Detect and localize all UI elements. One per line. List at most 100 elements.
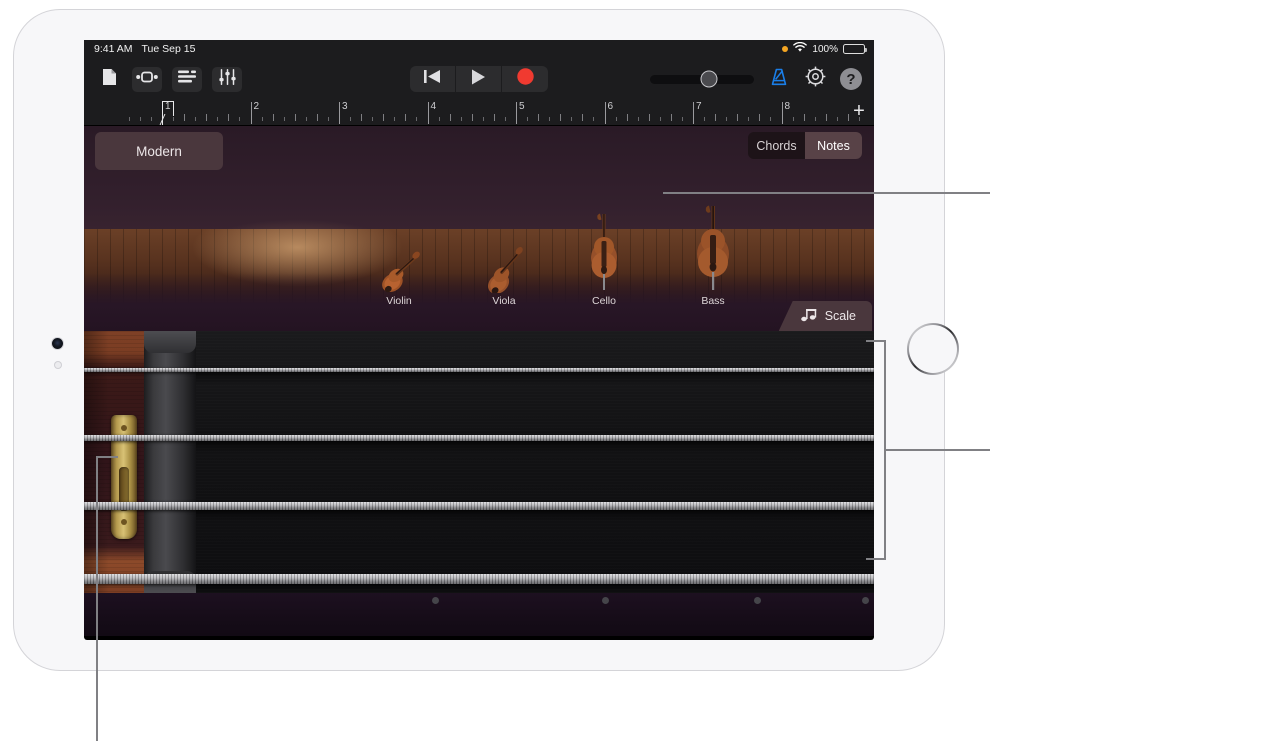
question-mark-icon: ? bbox=[846, 70, 856, 88]
instrument-label: Viola bbox=[492, 295, 516, 307]
callout-line-instrument-selector bbox=[663, 192, 990, 194]
callout-line-tailpiece-vertical bbox=[96, 456, 98, 741]
ruler-sub-tick bbox=[792, 117, 794, 121]
ruler-sub-tick bbox=[471, 114, 473, 121]
string-4[interactable] bbox=[84, 574, 874, 584]
ruler-sub-tick bbox=[571, 117, 573, 121]
ruler-sub-tick bbox=[272, 114, 274, 121]
track-list-icon bbox=[178, 70, 196, 88]
position-marker-dot bbox=[602, 597, 609, 604]
ruler-bar-number: 7 bbox=[696, 101, 702, 112]
wifi-icon bbox=[793, 41, 808, 56]
instrument-bass[interactable]: Bass bbox=[688, 205, 738, 307]
ruler-sub-tick bbox=[493, 114, 495, 121]
ruler-sub-tick bbox=[416, 117, 418, 121]
metronome-button[interactable] bbox=[768, 68, 790, 90]
ruler-sub-tick bbox=[582, 114, 584, 121]
ruler-bar-number: 5 bbox=[519, 101, 525, 112]
add-track-button[interactable]: + bbox=[850, 101, 868, 121]
ruler-sub-tick bbox=[482, 117, 484, 121]
callout-bracket-bottom bbox=[866, 558, 886, 560]
document-icon bbox=[102, 68, 117, 91]
ruler-sub-tick bbox=[228, 114, 230, 121]
position-marker-dot bbox=[754, 597, 761, 604]
loop-browser-button[interactable] bbox=[132, 66, 162, 92]
battery-percent-label: 100% bbox=[812, 43, 838, 55]
ruler-sub-tick bbox=[825, 114, 827, 121]
ruler-sub-tick bbox=[294, 114, 296, 121]
ruler-sub-tick bbox=[139, 117, 141, 121]
violin-icon bbox=[382, 251, 420, 293]
scale-label: Scale bbox=[824, 309, 856, 323]
ruler-bar-number: 4 bbox=[430, 101, 437, 112]
string-instrument-fingerboard bbox=[84, 331, 874, 636]
rewind-icon bbox=[424, 69, 441, 89]
track-view-button[interactable] bbox=[172, 66, 202, 92]
my-songs-button[interactable] bbox=[96, 67, 122, 92]
ruler-sub-tick bbox=[206, 114, 208, 121]
timeline-ruler[interactable]: 12345678 + bbox=[84, 100, 874, 126]
status-date: Tue Sep 15 bbox=[141, 43, 196, 55]
ruler-sub-tick bbox=[217, 117, 219, 121]
ruler-sub-tick bbox=[715, 114, 717, 121]
instrument-viola[interactable]: Viola bbox=[475, 247, 533, 307]
playhead-marker[interactable] bbox=[162, 101, 174, 125]
ruler-bar-number: 6 bbox=[607, 101, 614, 112]
volume-slider-knob[interactable] bbox=[700, 70, 718, 88]
preset-label: Modern bbox=[136, 143, 182, 159]
master-volume-slider[interactable] bbox=[650, 70, 754, 88]
string-1[interactable] bbox=[84, 368, 874, 372]
instrument-stage: Modern Chords Notes Violin Viola Cello B… bbox=[84, 126, 874, 331]
ruler-sub-tick bbox=[383, 114, 385, 121]
preset-modern-button[interactable]: Modern bbox=[95, 132, 223, 170]
ruler-sub-tick bbox=[615, 117, 617, 121]
transport-controls bbox=[410, 66, 548, 92]
mixer-button[interactable] bbox=[212, 66, 242, 92]
ruler-sub-tick bbox=[759, 114, 761, 121]
front-camera-icon bbox=[52, 338, 63, 349]
record-icon bbox=[516, 68, 534, 90]
ruler-sub-tick bbox=[350, 117, 352, 121]
main-toolbar: ? bbox=[84, 58, 874, 100]
ruler-sub-tick bbox=[803, 114, 805, 121]
instrument-cello[interactable]: Cello bbox=[582, 213, 626, 307]
mixer-sliders-icon bbox=[218, 68, 236, 90]
string-2[interactable] bbox=[84, 435, 874, 441]
tab-notes[interactable]: Notes bbox=[805, 132, 862, 159]
ruler-bar-number: 3 bbox=[342, 101, 348, 112]
rewind-button[interactable] bbox=[410, 66, 456, 92]
status-bar-left: 9:41 AM Tue Sep 15 bbox=[94, 43, 195, 55]
instrument-label: Violin bbox=[386, 295, 412, 307]
double-eighth-note-icon bbox=[800, 308, 818, 325]
status-bar: 9:41 AM Tue Sep 15 100% bbox=[84, 40, 874, 58]
tab-chords[interactable]: Chords bbox=[748, 132, 805, 159]
instrument-violin[interactable]: Violin bbox=[370, 249, 428, 307]
ruler-sub-tick bbox=[405, 114, 407, 121]
recording-indicator-icon bbox=[782, 46, 789, 52]
callout-line-tailpiece-horizontal bbox=[96, 456, 118, 458]
ruler-sub-tick bbox=[704, 117, 706, 121]
ruler-sub-tick bbox=[239, 117, 241, 121]
settings-button[interactable] bbox=[804, 66, 826, 90]
callout-line-strings bbox=[884, 449, 990, 451]
ruler-sub-tick bbox=[659, 117, 661, 121]
ruler-sub-tick bbox=[814, 117, 816, 121]
record-button[interactable] bbox=[502, 66, 548, 92]
scale-button[interactable]: Scale bbox=[778, 301, 872, 331]
ruler-sub-tick bbox=[394, 117, 396, 121]
ruler-sub-tick bbox=[504, 117, 506, 121]
chords-notes-toggle: Chords Notes bbox=[748, 132, 862, 159]
string-3[interactable] bbox=[84, 502, 874, 510]
garageband-app-screen: 9:41 AM Tue Sep 15 100% ? 1 2 3 4 5 6 7 … bbox=[84, 40, 874, 636]
ruler-sub-tick bbox=[748, 117, 750, 121]
help-button[interactable]: ? bbox=[840, 68, 862, 90]
cycle-icon bbox=[136, 70, 158, 88]
viola-icon bbox=[488, 247, 523, 293]
ruler-bar-number: 8 bbox=[784, 101, 791, 112]
ruler-sub-tick bbox=[737, 114, 739, 121]
cello-icon bbox=[591, 213, 617, 290]
tailpiece bbox=[111, 415, 137, 539]
home-button[interactable] bbox=[907, 323, 959, 375]
position-marker-dot bbox=[862, 597, 869, 604]
play-button[interactable] bbox=[456, 66, 502, 92]
